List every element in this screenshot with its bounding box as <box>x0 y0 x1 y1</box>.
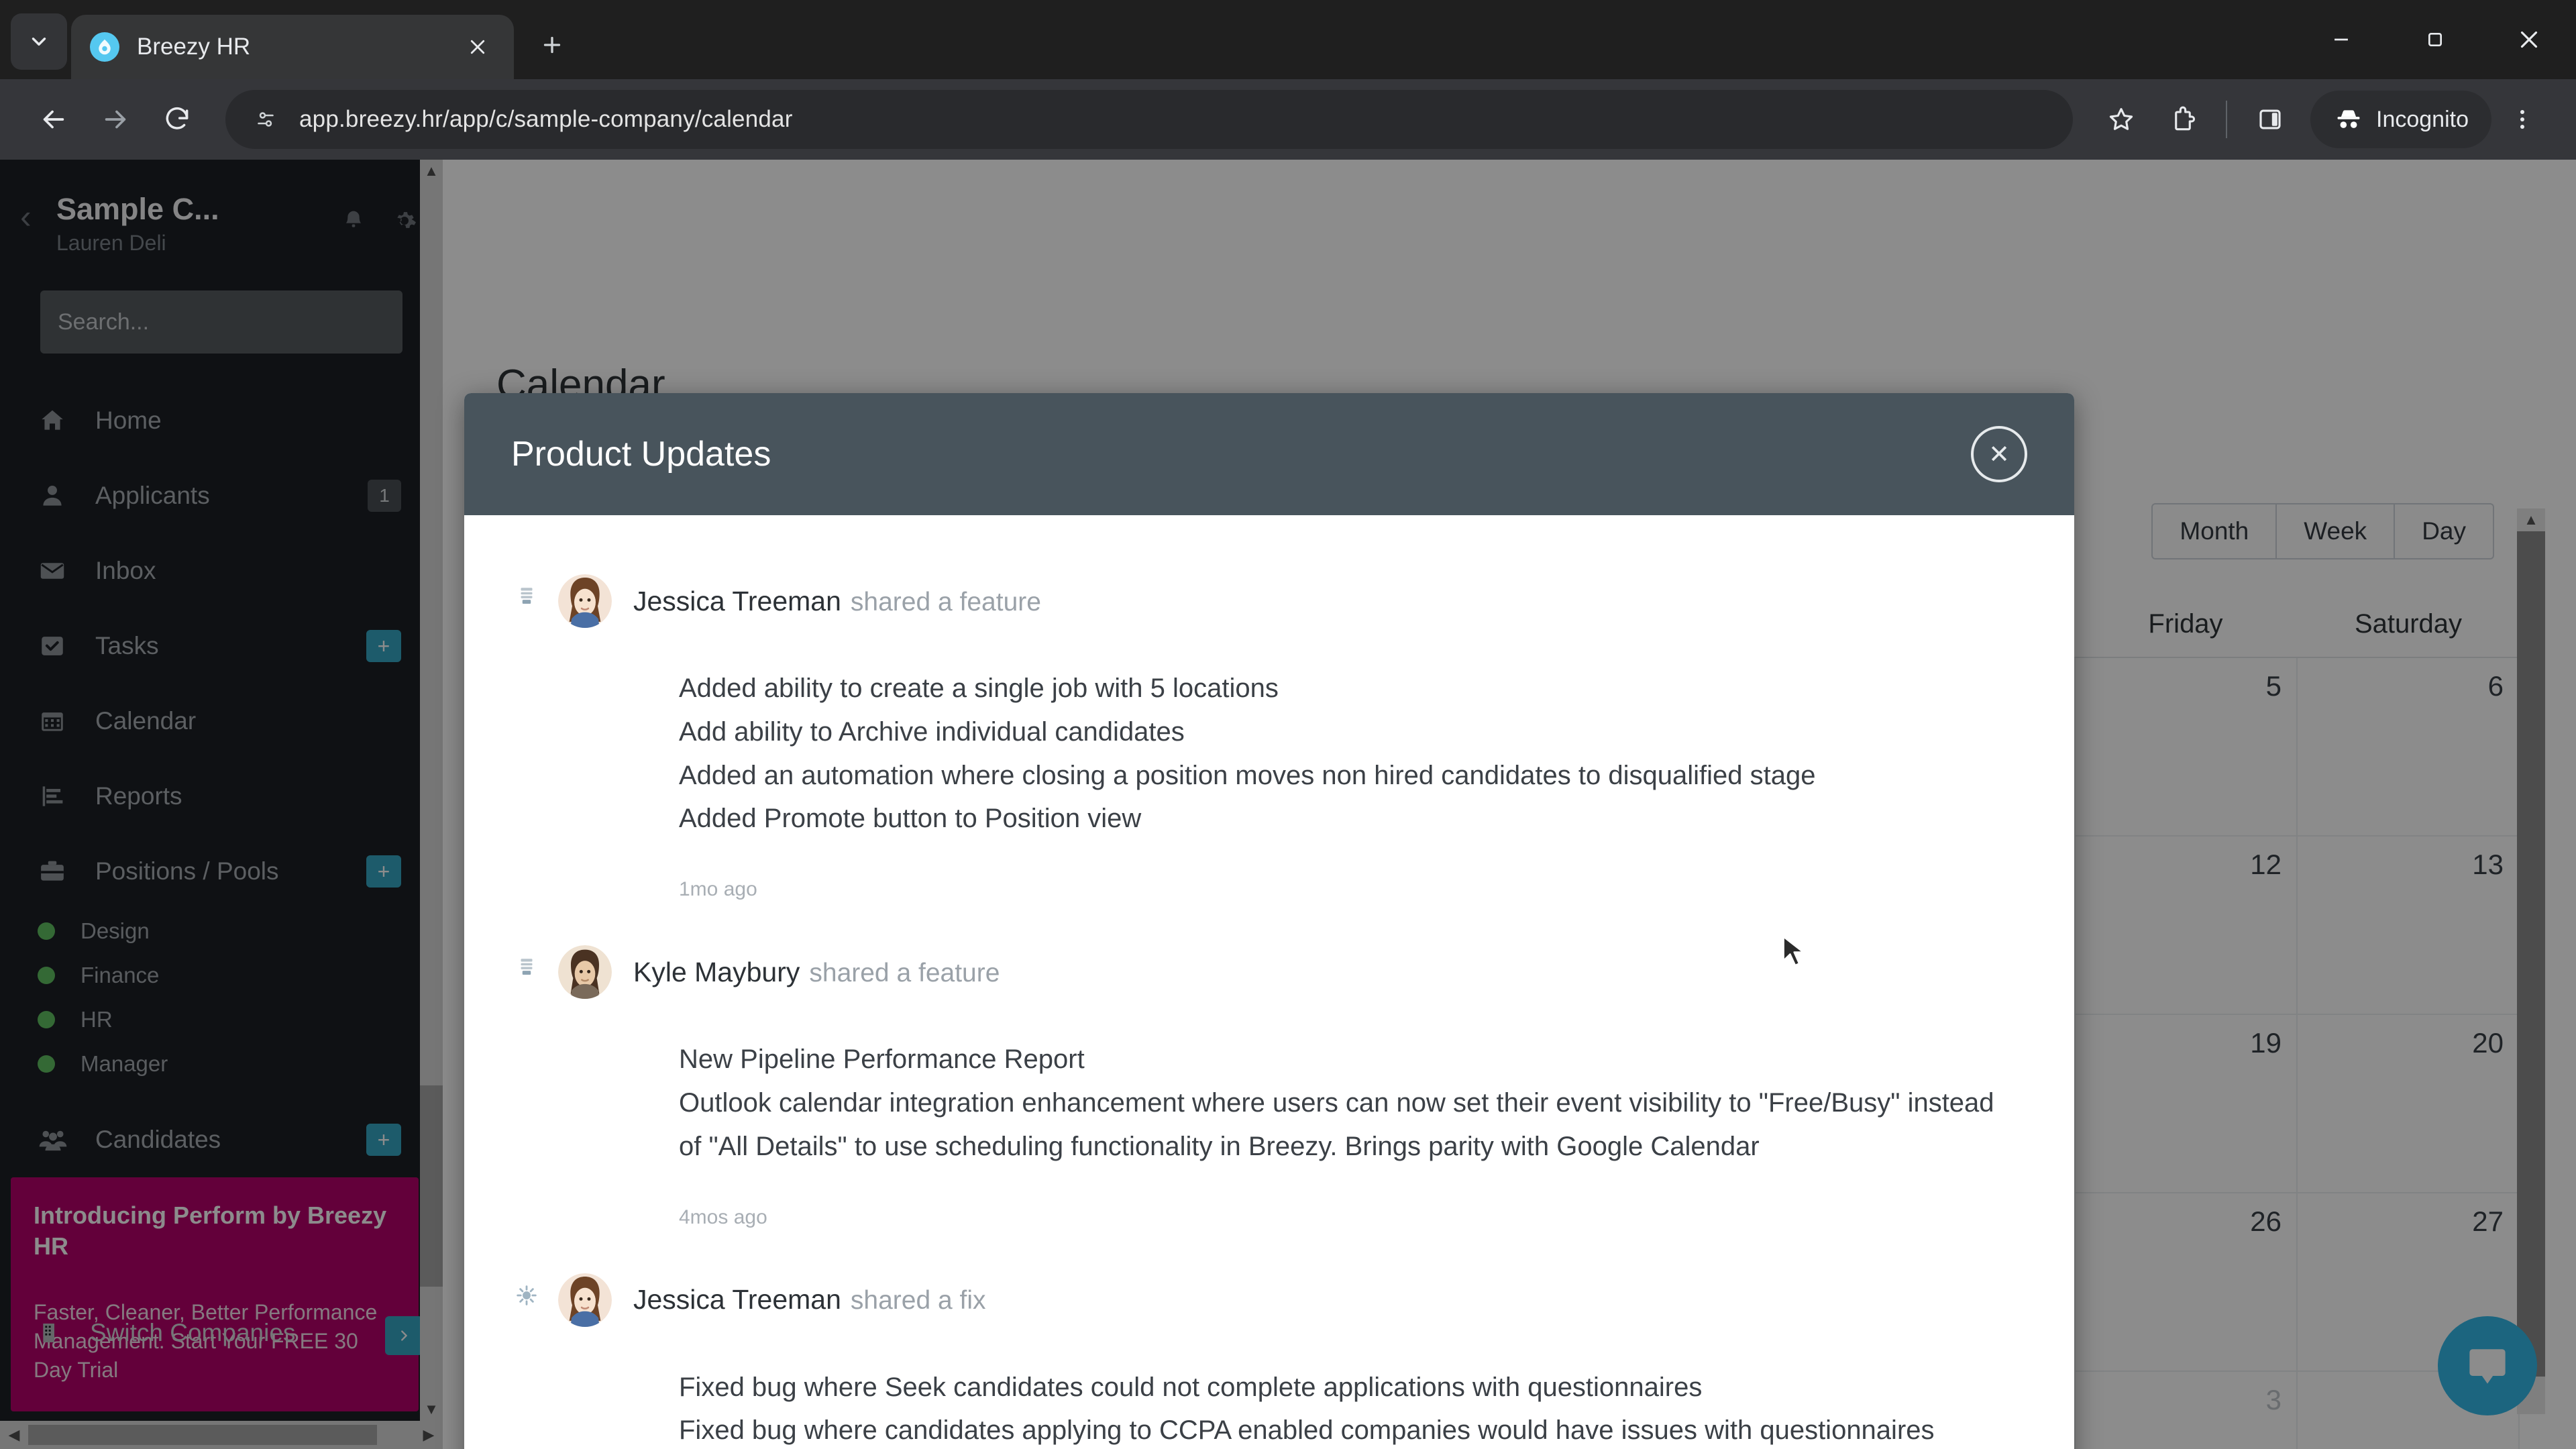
browser-tab[interactable]: Breezy HR <box>71 15 514 79</box>
new-tab-button[interactable] <box>529 21 576 68</box>
avatar <box>558 574 612 628</box>
feed-author: Jessica Treeman <box>633 585 841 616</box>
fix-tag-icon <box>511 1284 542 1316</box>
close-window-button[interactable] <box>2482 0 2576 79</box>
window-controls <box>2294 0 2576 79</box>
address-bar[interactable]: app.breezy.hr/app/c/sample-company/calen… <box>225 90 2073 149</box>
feed-line: Outlook calendar integration enhancement… <box>679 1087 1994 1161</box>
modal-title: Product Updates <box>511 435 771 474</box>
bookmark-button[interactable] <box>2090 89 2152 150</box>
feed-author-line: Jessica Treeman shared a feature <box>633 586 1041 617</box>
modal-header: Product Updates ✕ <box>464 393 2074 515</box>
back-arrow-icon <box>43 110 64 129</box>
feed-author: Kyle Maybury <box>633 956 800 987</box>
browser-menu-button[interactable] <box>2491 89 2553 150</box>
back-button[interactable] <box>23 89 85 150</box>
page-viewport: Calendar Month Week Day Friday Saturday … <box>0 160 2576 1449</box>
feed-entry: Jessica Treeman shared a fix Fixed bug wh… <box>464 1273 2074 1449</box>
feed-line: Fixed bug where candidates applying to C… <box>679 1415 1935 1446</box>
feed-line: Added an automation where closing a posi… <box>679 760 1816 790</box>
feed-author: Jessica Treeman <box>633 1284 841 1316</box>
minimize-button[interactable] <box>2294 0 2388 79</box>
feed-timestamp: 4mos ago <box>679 1205 767 1228</box>
toolbar-divider <box>2226 101 2227 138</box>
feed-line: Add ability to Archive individual candid… <box>679 716 1185 747</box>
feature-tag-icon <box>511 585 542 617</box>
feed-action: shared a feature <box>809 958 1000 987</box>
feed-entry-header: Jessica Treeman shared a feature <box>511 574 2014 628</box>
feed-action: shared a feature <box>850 587 1041 616</box>
feed-entry: Jessica Treeman shared a feature Added ab… <box>464 574 2074 901</box>
close-icon <box>470 40 485 54</box>
extensions-button[interactable] <box>2152 89 2214 150</box>
tab-strip: Breezy HR <box>0 0 2576 79</box>
extensions-puzzle-icon <box>2175 106 2196 131</box>
breezy-logo-icon <box>90 32 119 62</box>
maximize-button[interactable] <box>2388 0 2482 79</box>
star-icon <box>2109 108 2133 130</box>
feed-entry-body: Added ability to create a single job wit… <box>679 667 2014 841</box>
modal-close-button[interactable]: ✕ <box>1971 426 2027 482</box>
close-icon <box>2520 31 2538 48</box>
tab-title: Breezy HR <box>137 34 251 60</box>
feed-entry: Kyle Maybury shared a feature New Pipelin… <box>464 945 2074 1228</box>
feed-timestamp: 1mo ago <box>679 878 757 901</box>
reload-button[interactable] <box>146 89 208 150</box>
feed-line: Fixed bug where Seek candidates could no… <box>679 1372 1703 1402</box>
feed-line: Added ability to create a single job wit… <box>679 674 1279 703</box>
browser-window: Breezy HR app.breezy.hr/app/c/sample-com… <box>0 0 2576 1449</box>
feed-entry-body: New Pipeline Performance Report Outlook … <box>679 1038 2014 1168</box>
browser-toolbar: app.breezy.hr/app/c/sample-company/calen… <box>0 79 2576 160</box>
chevron-down-icon <box>32 38 46 46</box>
incognito-indicator[interactable]: Incognito <box>2310 91 2491 148</box>
product-updates-feed: Jessica Treeman shared a feature Added ab… <box>464 515 2074 1449</box>
reload-icon <box>166 107 189 129</box>
feed-action: shared a fix <box>850 1286 986 1316</box>
incognito-label: Incognito <box>2376 106 2469 132</box>
incognito-hat-icon <box>2337 110 2360 128</box>
side-panel-icon <box>2259 109 2281 129</box>
product-updates-modal: Product Updates ✕ Jessica Treeman shared… <box>464 393 2074 1449</box>
avatar <box>558 1273 612 1327</box>
maximize-icon <box>2428 33 2442 46</box>
tab-close-button[interactable] <box>460 30 495 64</box>
feature-tag-icon <box>511 956 542 988</box>
minimize-icon <box>2334 38 2348 41</box>
url-text: app.breezy.hr/app/c/sample-company/calen… <box>299 106 793 132</box>
feed-line: Added Promote button to Position view <box>679 804 1142 834</box>
forward-arrow-icon <box>105 110 126 129</box>
forward-button[interactable] <box>85 89 146 150</box>
feed-author-line: Jessica Treeman shared a fix <box>633 1284 986 1316</box>
three-dot-menu-icon <box>2520 110 2524 129</box>
plus-icon <box>543 36 561 54</box>
tab-search-button[interactable] <box>11 13 67 70</box>
feed-entry-header: Jessica Treeman shared a fix <box>511 1273 2014 1327</box>
feed-line: New Pipeline Performance Report <box>679 1044 1085 1075</box>
page-info-icon[interactable] <box>246 99 286 140</box>
side-panel-button[interactable] <box>2239 89 2301 150</box>
mouse-cursor <box>1782 936 1805 967</box>
avatar <box>558 945 612 1000</box>
feed-entry-body: Fixed bug where Seek candidates could no… <box>679 1366 2014 1449</box>
feed-author-line: Kyle Maybury shared a feature <box>633 957 1000 988</box>
